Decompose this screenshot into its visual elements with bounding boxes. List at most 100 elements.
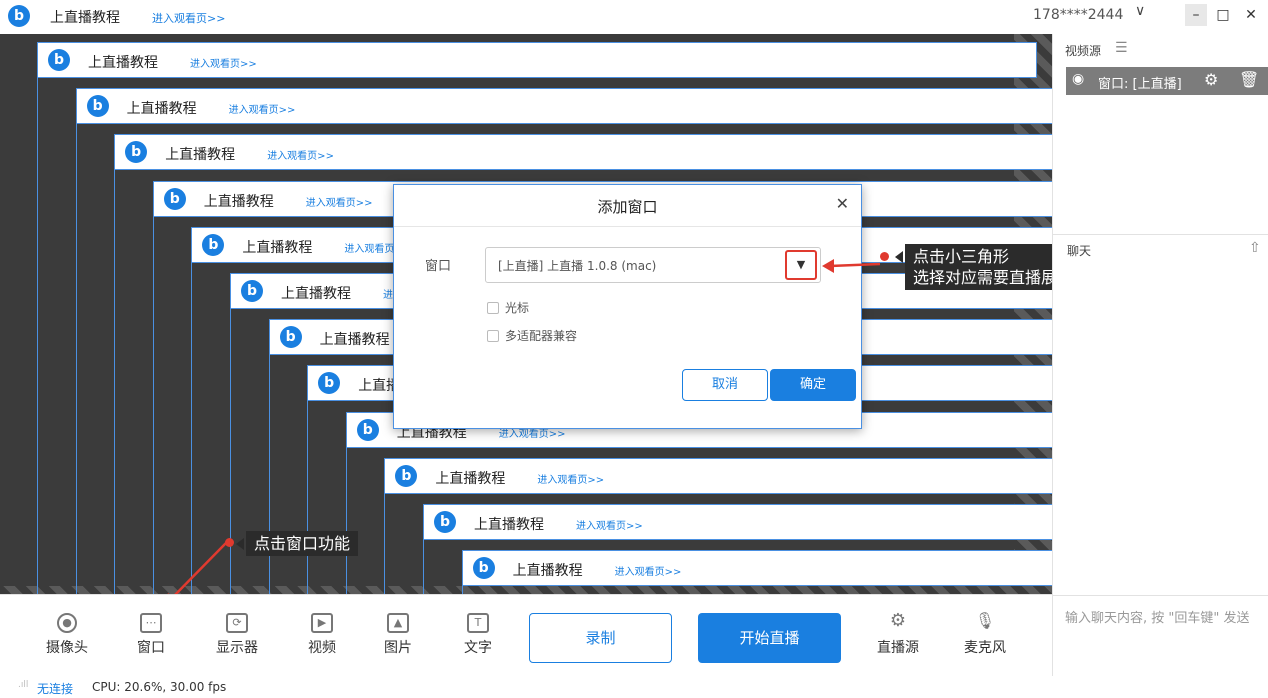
nested-window-11: b 上直播教程 进入观看页>> [423, 504, 1052, 540]
tool-label: 显示器 [216, 640, 258, 656]
edit-icon[interactable]: ☰ [1115, 40, 1128, 56]
nested-window-edge [191, 262, 193, 594]
microphone-label: 麦克风 [964, 640, 1006, 656]
window-select[interactable]: [上直播] 上直播 1.0.8 (mac) ▼ [485, 247, 821, 283]
chat-input[interactable]: 输入聊天内容, 按 "回车键" 发送 [1065, 609, 1255, 629]
minimize-button[interactable]: – [1185, 4, 1207, 26]
nested-logo-icon: b [279, 326, 302, 349]
nested-window-link: 进入观看页>> [228, 105, 296, 117]
nested-logo-icon: b [395, 464, 418, 487]
live-source-label: 直播源 [877, 640, 919, 656]
chat-popout-icon[interactable]: ⇧ [1249, 240, 1261, 256]
start-live-button[interactable]: 开始直播 [698, 613, 841, 663]
nested-window-title: 上直播教程 [512, 563, 583, 580]
account-dropdown-icon[interactable]: ∨ [1135, 3, 1145, 19]
multi-adapter-checkbox-label: 多适配器兼容 [505, 329, 578, 343]
multi-adapter-checkbox[interactable]: 多适配器兼容 [487, 327, 577, 344]
right-panel: 视频源 ☰ ◉ 窗口: [上直播] ⚙ 🗑 聊天 ⇧ 输入聊天内容, 按 "回车… [1052, 34, 1268, 676]
camera-tool-button[interactable]: ● 摄像头 [37, 613, 97, 657]
window-hint-tooltip: 点击窗口功能 [246, 531, 359, 556]
live-source-button[interactable]: ⚙ 直播源 [868, 610, 928, 657]
nested-window-title: 上直播教程 [242, 239, 313, 256]
nested-window-12: b 上直播教程 进入观看页>> [461, 550, 1052, 587]
status-bar: .ıll 无连接 CPU: 20.6%, 30.00 fps [0, 676, 1268, 698]
nested-window-title: 上直播教程 [203, 193, 274, 210]
window-hint-pointer [236, 538, 244, 550]
nested-window-edge [461, 586, 463, 594]
nested-window-title: 上直播教程 [435, 470, 506, 487]
cursor-checkbox[interactable]: 光标 [487, 299, 529, 316]
nested-window-title: 上直播教程 [165, 147, 236, 164]
nested-window-link: 进入观看页>> [267, 151, 334, 163]
live-source-icon: ⚙ [889, 610, 907, 631]
connection-status: 无连接 [37, 682, 74, 696]
dialog-close-button[interactable]: ✕ [836, 194, 849, 213]
video-tool-button[interactable]: ▶ 视频 [292, 613, 352, 657]
maximize-button[interactable]: □ [1212, 4, 1234, 26]
tool-label: 窗口 [137, 640, 165, 656]
nested-logo-icon: b [48, 49, 70, 71]
nested-window-edge [37, 78, 38, 594]
nested-window-title: 上直播教程 [281, 286, 351, 302]
dropdown-hint-dot [880, 252, 889, 261]
nested-window-edge [75, 124, 77, 594]
delete-trash-icon[interactable]: 🗑 [1239, 70, 1259, 89]
panel-divider [1053, 234, 1268, 235]
nested-window-10: b 上直播教程 进入观看页>> [384, 457, 1052, 494]
nested-window-link: 进入观看页>> [537, 474, 605, 486]
nested-window-edge [345, 447, 347, 594]
window-field-label: 窗口 [425, 259, 452, 274]
user-account[interactable]: 178****2444 [1033, 7, 1123, 23]
video-source-item[interactable]: ◉ 窗口: [上直播] ⚙ 🗑 [1066, 67, 1268, 95]
nested-window-edge [114, 170, 116, 594]
record-button[interactable]: 录制 [529, 613, 672, 663]
source-settings-gear-icon[interactable]: ⚙ [1204, 70, 1218, 89]
nested-logo-icon: b [163, 187, 186, 210]
video-icon: ▶ [311, 613, 333, 633]
microphone-icon: 🎙 [974, 611, 996, 630]
cpu-status: CPU: 20.6%, 30.00 fps [92, 680, 227, 694]
nested-window-edge [230, 309, 231, 594]
nested-window-edge [268, 355, 270, 594]
dropdown-triangle-icon[interactable]: ▼ [785, 250, 817, 280]
nested-logo-icon: b [472, 557, 495, 580]
video-source-name: 窗口: [上直播] [1098, 77, 1182, 92]
nested-window-title: 上直播教程 [319, 332, 390, 349]
text-icon: T [467, 613, 489, 633]
watch-page-link[interactable]: 进入观看页>> [152, 10, 225, 26]
microphone-button[interactable]: 🎙 麦克风 [955, 613, 1015, 657]
signal-icon: .ıll [18, 680, 29, 690]
nested-logo-icon: b [434, 511, 456, 533]
preview-edge-stripes-bottom [0, 586, 1052, 594]
tool-label: 摄像头 [46, 640, 88, 656]
cancel-button[interactable]: 取消 [682, 369, 768, 401]
nested-window-3: b 上直播教程 进入观看页>> [114, 134, 1052, 171]
nested-logo-icon: b [86, 95, 109, 118]
title-bar: b 上直播教程 进入观看页>> 178****2444 ∨ – □ ✕ [0, 0, 1268, 34]
bottom-toolbar: ● 摄像头 ⋯ 窗口 ⟳ 显示器 ▶ 视频 ▲ 图片 T 文字 录制 开始直播 ⚙ 直播源 🎙 麦克风 [0, 594, 1052, 676]
nested-logo-icon: b [356, 418, 379, 441]
dialog-title: 添加窗口 [597, 198, 658, 216]
cursor-checkbox-box[interactable] [487, 302, 499, 314]
confirm-button[interactable]: 确定 [770, 369, 856, 401]
window-hint-dot [225, 538, 234, 547]
nested-logo-icon: b [241, 280, 263, 302]
nested-window-link: 进入观看页>> [190, 59, 257, 70]
nested-window-2: b 上直播教程 进入观看页>> [75, 88, 1052, 125]
close-window-button[interactable]: ✕ [1240, 4, 1262, 26]
image-tool-button[interactable]: ▲ 图片 [368, 613, 428, 657]
window-tool-button[interactable]: ⋯ 窗口 [121, 613, 181, 657]
nested-window-link: 进入观看页>> [614, 567, 682, 579]
nested-window-title: 上直播教程 [88, 55, 158, 71]
dialog-divider [394, 226, 861, 227]
nested-window-edge [152, 216, 154, 594]
monitor-tool-button[interactable]: ⟳ 显示器 [207, 613, 267, 657]
nested-window-1: b 上直播教程 进入观看页>> [37, 42, 1037, 78]
nested-window-edge [307, 401, 309, 594]
visibility-eye-icon[interactable]: ◉ [1072, 71, 1084, 87]
chat-input-divider [1053, 595, 1268, 596]
text-tool-button[interactable]: T 文字 [448, 613, 508, 657]
nested-window-title: 上直播教程 [474, 517, 544, 533]
nested-window-title: 上直播教程 [126, 101, 197, 118]
multi-adapter-checkbox-box[interactable] [487, 330, 499, 342]
